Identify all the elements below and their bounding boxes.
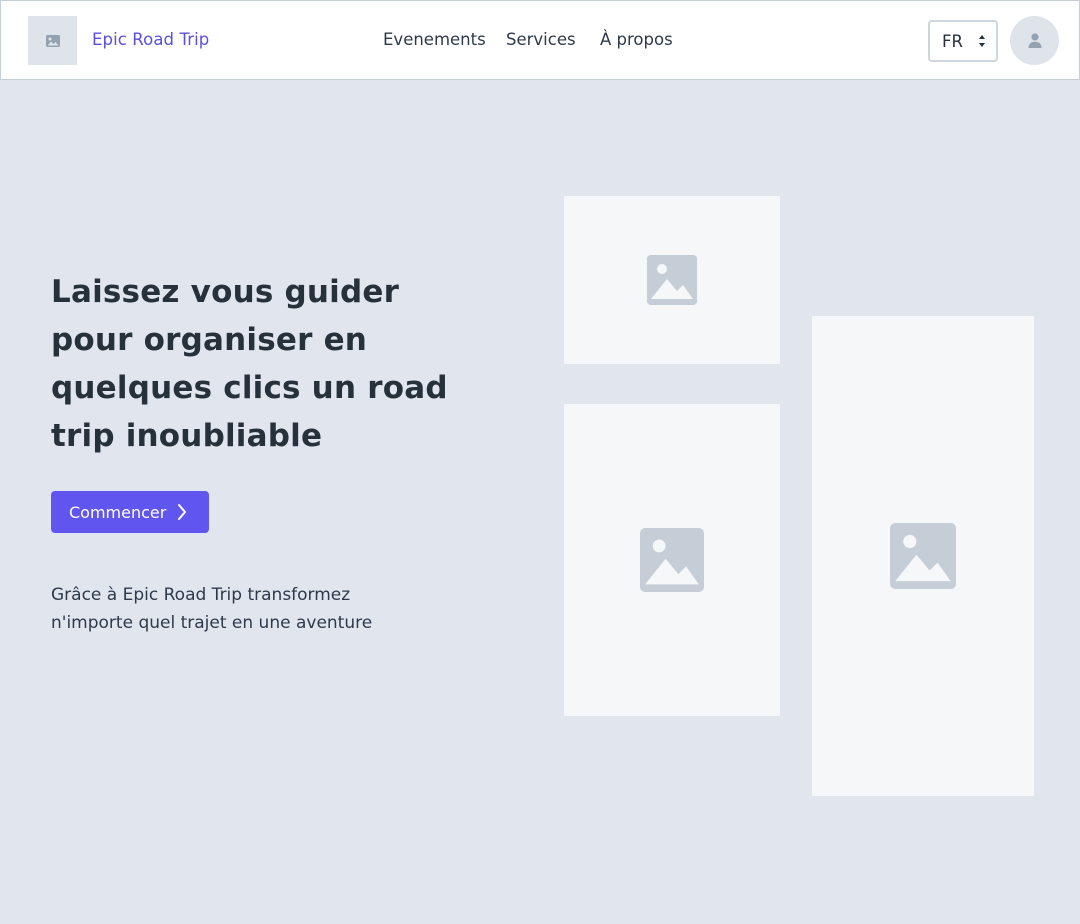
hero-subtitle: Grâce à Epic Road Trip transformez n'imp… <box>51 585 373 633</box>
image-placeholder-icon <box>640 528 704 592</box>
start-button-label: Commencer <box>69 502 167 522</box>
nav-link-services[interactable]: Services <box>506 30 576 49</box>
language-select[interactable]: FR <box>928 20 998 62</box>
top-navbar: Epic Road Trip Evenements Services À pro… <box>0 0 1080 80</box>
user-icon <box>1028 33 1041 48</box>
chevron-right-icon <box>178 504 186 520</box>
user-avatar[interactable] <box>1010 16 1059 65</box>
image-placeholder-tall <box>812 316 1034 796</box>
brand-name[interactable]: Epic Road Trip <box>92 30 209 49</box>
image-placeholder-icon <box>45 34 60 47</box>
logo[interactable] <box>28 16 77 65</box>
image-placeholder-icon <box>890 523 956 589</box>
language-value: FR <box>942 31 963 51</box>
image-placeholder-top <box>564 196 780 364</box>
hero-title: Laissez vous guider pour organiser en qu… <box>51 274 448 454</box>
image-placeholder-icon <box>647 255 697 305</box>
nav-link-a-propos[interactable]: À propos <box>600 30 673 49</box>
sort-arrows-icon <box>979 34 985 48</box>
nav-link-evenements[interactable]: Evenements <box>383 30 486 49</box>
start-button[interactable]: Commencer <box>51 491 209 533</box>
image-placeholder-bottom <box>564 404 780 716</box>
